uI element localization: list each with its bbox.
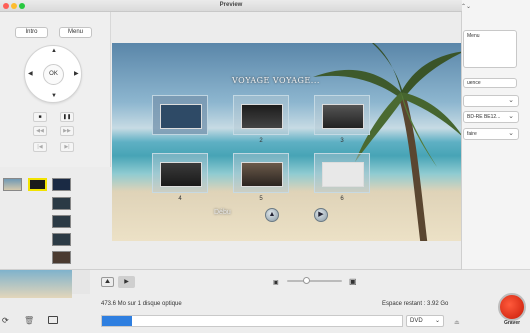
small-image-icon: ▣ bbox=[273, 280, 279, 286]
photo-view-icon[interactable]: ⛰ bbox=[101, 277, 114, 287]
stop-button[interactable]: ■ bbox=[33, 112, 47, 122]
menu-title: VOYAGE VOYAGE... bbox=[232, 76, 320, 85]
menu-up-arrow-icon[interactable]: ▲ bbox=[265, 208, 279, 222]
up-arrow-icon[interactable]: ▲ bbox=[51, 48, 57, 54]
disc-usage-fill bbox=[102, 316, 132, 326]
media-thumbnail[interactable] bbox=[0, 270, 72, 298]
preview-window: Preview Intro Menu ▲ ▼ ◀ ▶ OK ■ ❚❚ ◀◀ ▶▶… bbox=[0, 0, 462, 270]
action-select[interactable]: faire bbox=[463, 128, 519, 140]
navigation-pad: ▲ ▼ ◀ ▶ OK bbox=[24, 45, 82, 103]
chapter-thumbnail-1[interactable] bbox=[152, 95, 208, 135]
burn-button[interactable] bbox=[498, 293, 526, 321]
chapter-thumbnail-4[interactable]: 4 bbox=[152, 153, 208, 202]
chapter-label: 6 bbox=[340, 196, 344, 202]
sequence-field[interactable]: uence bbox=[463, 78, 517, 88]
right-arrow-icon[interactable]: ▶ bbox=[74, 70, 79, 77]
window-titlebar: Preview bbox=[0, 0, 462, 12]
burner-text: BD-RE BE12... bbox=[467, 114, 501, 120]
menu-next-arrow-icon[interactable]: ▶ bbox=[314, 208, 328, 222]
disc-type-select[interactable]: DVD ⌄ bbox=[406, 315, 444, 327]
window-title: Preview bbox=[219, 2, 243, 8]
add-media-icon[interactable] bbox=[48, 316, 58, 324]
media-thumbnail[interactable] bbox=[28, 178, 47, 191]
status-free-space: Espace restant : 3.92 Go bbox=[382, 301, 449, 307]
chapter-label: 5 bbox=[259, 196, 263, 202]
ok-button[interactable]: OK bbox=[43, 64, 64, 85]
media-thumbnail[interactable] bbox=[52, 178, 71, 191]
chapter-thumbnail-5[interactable]: 5 bbox=[233, 153, 289, 202]
chapter-label: 2 bbox=[259, 138, 263, 144]
media-thumbnail[interactable] bbox=[3, 178, 22, 191]
burn-label: Graver bbox=[503, 320, 521, 326]
disc-type-text: DVD bbox=[410, 318, 423, 324]
burner-select[interactable]: BD-RE BE12... bbox=[463, 111, 519, 123]
chapter-label: 4 bbox=[178, 196, 182, 202]
background-settings-panel: Menu uence BD-RE BE12... faire bbox=[461, 0, 530, 270]
chapter-thumbnail-6[interactable]: 6 bbox=[314, 153, 370, 202]
media-thumbnail[interactable] bbox=[52, 251, 71, 264]
window-chevron-icon[interactable]: ⌃⌄ bbox=[461, 3, 471, 10]
previous-chapter-button[interactable]: |◀ bbox=[33, 142, 47, 152]
menu-name-field[interactable]: Menu bbox=[463, 30, 517, 68]
next-chapter-button[interactable]: ▶| bbox=[60, 142, 74, 152]
pause-button[interactable]: ❚❚ bbox=[60, 112, 74, 122]
chapter-thumbnail-3[interactable]: 3 bbox=[314, 95, 370, 144]
large-image-icon: ▣ bbox=[349, 277, 357, 286]
rewind-button[interactable]: ◀◀ bbox=[33, 126, 47, 136]
chapter-thumbnail-2[interactable]: 2 bbox=[233, 95, 289, 144]
menu-start-link[interactable]: Débu bbox=[214, 209, 231, 216]
media-thumbnail[interactable] bbox=[52, 197, 71, 210]
thumbnail-size-slider[interactable] bbox=[287, 280, 342, 282]
trash-icon[interactable]: 🗑 bbox=[24, 316, 34, 325]
eject-icon[interactable]: ⏏ bbox=[454, 319, 460, 326]
refresh-icon[interactable]: ⟳ bbox=[2, 316, 9, 325]
fast-forward-button[interactable]: ▶▶ bbox=[60, 126, 74, 136]
chapter-label: 3 bbox=[340, 138, 344, 144]
disc-usage-bar bbox=[101, 315, 403, 327]
media-thumbnail[interactable] bbox=[52, 233, 71, 246]
remote-control-panel: Intro Menu ▲ ▼ ◀ ▶ OK ■ ❚❚ ◀◀ ▶▶ |◀ ▶| bbox=[0, 12, 111, 167]
intro-button[interactable]: Intro bbox=[15, 27, 48, 38]
dvd-menu-preview[interactable]: VOYAGE VOYAGE... 2 3 4 5 6 Débu ▲ ▶ bbox=[112, 43, 461, 241]
sequence-text: uence bbox=[467, 80, 481, 86]
action-text: faire bbox=[467, 131, 477, 137]
down-arrow-icon[interactable]: ▼ bbox=[51, 93, 57, 99]
slider-knob[interactable] bbox=[303, 277, 310, 284]
menu-button[interactable]: Menu bbox=[59, 27, 92, 38]
media-thumbnail[interactable] bbox=[52, 215, 71, 228]
blank-select[interactable] bbox=[463, 95, 519, 107]
movie-view-icon[interactable]: ▶ bbox=[118, 276, 135, 288]
left-arrow-icon[interactable]: ◀ bbox=[28, 70, 33, 77]
status-used-space: 473.6 Mo sur 1 disque optique bbox=[101, 301, 182, 307]
menu-name-text: Menu bbox=[467, 33, 480, 39]
